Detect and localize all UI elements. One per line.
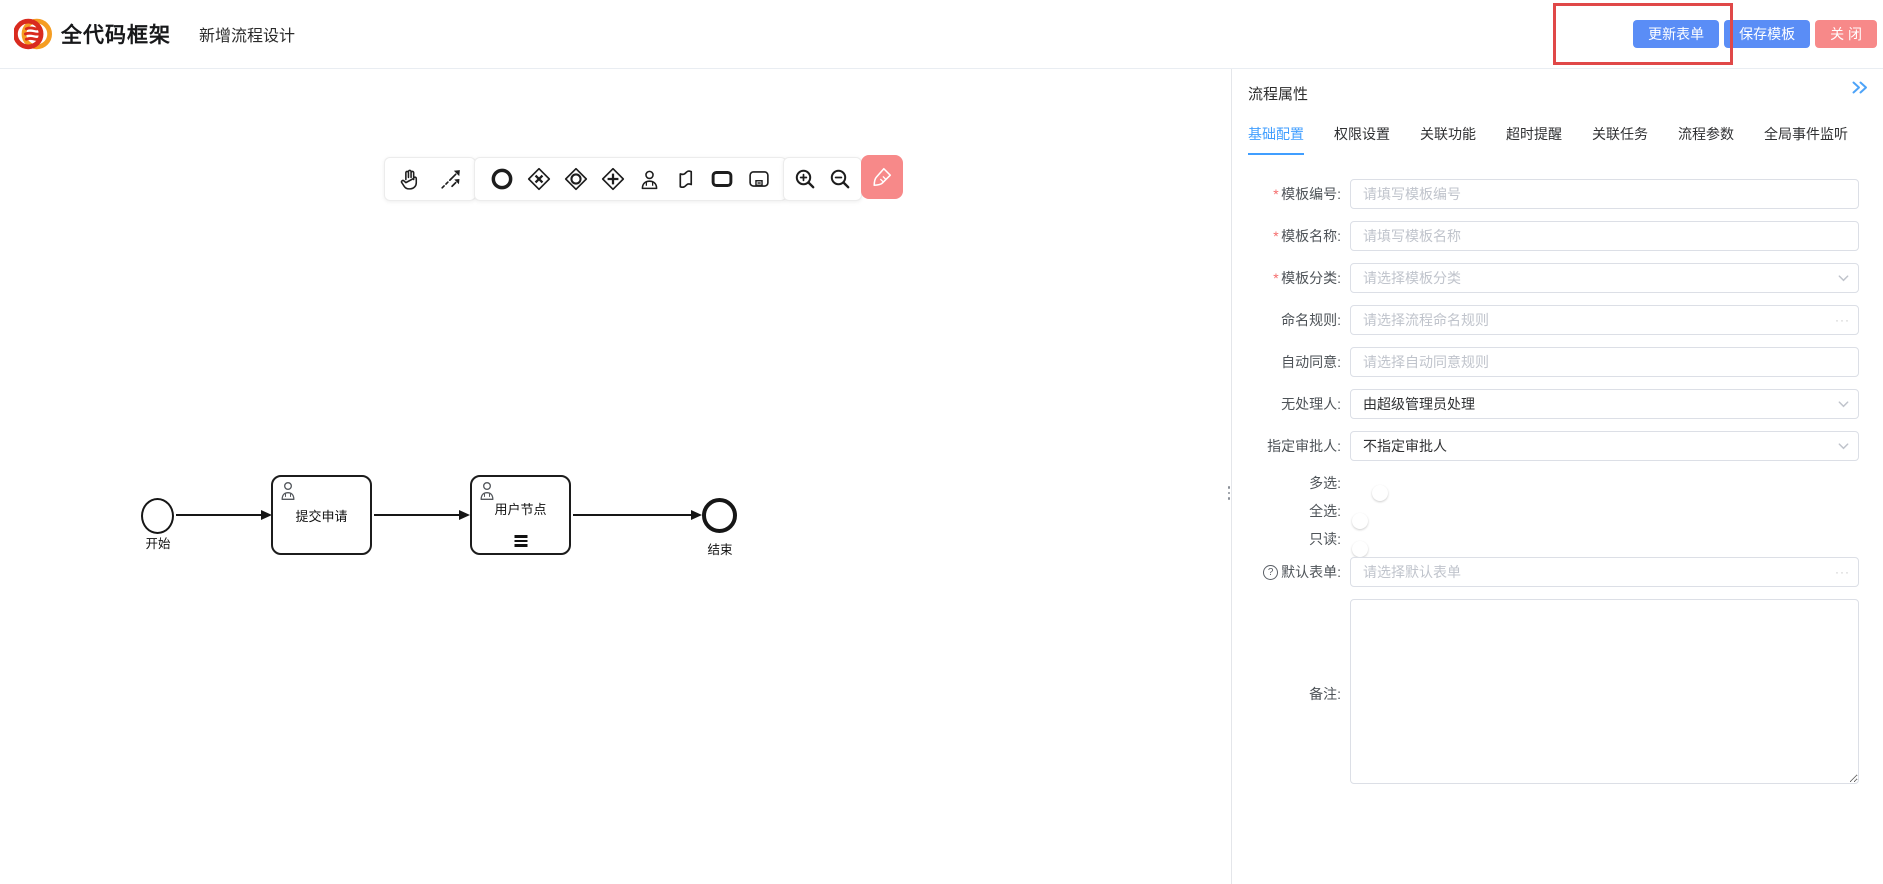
- page-title: 新增流程设计: [199, 22, 295, 46]
- start-event-label: 开始: [136, 533, 180, 552]
- field-label: 指定审批人:: [1248, 436, 1350, 456]
- script-task-icon[interactable]: [673, 167, 698, 192]
- task-label: 用户节点: [472, 477, 569, 539]
- no-handler-field: [1350, 389, 1859, 419]
- default-form-field: ···: [1350, 557, 1859, 587]
- inclusive-gateway-icon[interactable]: [563, 166, 589, 192]
- task-label: 提交申请: [273, 477, 370, 553]
- exclusive-gateway-icon[interactable]: [526, 166, 552, 192]
- properties-panel: 流程属性 基础配置 权限设置 关联功能 超时提醒 关联任务 流程参数 全局事件监…: [1231, 69, 1883, 884]
- form-row-default-form: ? 默认表单: ···: [1248, 557, 1871, 587]
- form-row-designated-approver: 指定审批人:: [1248, 431, 1871, 461]
- connect-tool-icon[interactable]: [438, 167, 463, 192]
- panel-title: 流程属性: [1248, 83, 1308, 104]
- toolbar-group-palette: [474, 157, 787, 201]
- format-brush-icon: [871, 166, 893, 188]
- template-category-field: [1350, 263, 1859, 293]
- task-node-user[interactable]: 用户节点: [470, 475, 571, 555]
- save-template-button[interactable]: 保存模板: [1724, 20, 1810, 48]
- naming-rule-picker[interactable]: [1350, 305, 1859, 335]
- arrowhead-3: [691, 510, 702, 520]
- form-row-auto-agree: 自动同意:: [1248, 347, 1871, 377]
- designated-approver-select[interactable]: [1350, 431, 1859, 461]
- default-form-picker[interactable]: [1350, 557, 1859, 587]
- sequence-flow-2[interactable]: [374, 514, 460, 516]
- auto-agree-input[interactable]: [1350, 347, 1859, 377]
- task-icon[interactable]: [709, 166, 735, 192]
- field-label: 多选:: [1248, 473, 1350, 493]
- multi-instance-marker-icon: [514, 535, 527, 547]
- required-mark: *: [1273, 270, 1278, 286]
- end-event-label: 结束: [698, 539, 742, 558]
- tab-process-parameters[interactable]: 流程参数: [1678, 124, 1734, 155]
- template-code-input[interactable]: [1350, 179, 1859, 209]
- collapse-panel-icon[interactable]: [1851, 79, 1869, 101]
- tab-global-event-listener[interactable]: 全局事件监听: [1764, 124, 1848, 155]
- form-row-naming-rule: 命名规则: ···: [1248, 305, 1871, 335]
- form-row-template-name: *模板名称:: [1248, 221, 1871, 251]
- field-label: *模板分类:: [1248, 268, 1350, 288]
- start-event-node[interactable]: [141, 498, 174, 534]
- tab-related-functions[interactable]: 关联功能: [1420, 124, 1476, 155]
- naming-rule-field: ···: [1350, 305, 1859, 335]
- remarks-field: [1350, 599, 1859, 789]
- parallel-gateway-icon[interactable]: [600, 166, 626, 192]
- arrowhead-2: [459, 510, 470, 520]
- user-task-icon[interactable]: [637, 167, 662, 192]
- field-label: 命名规则:: [1248, 310, 1350, 330]
- hand-tool-icon[interactable]: [397, 167, 422, 192]
- field-label: 全选:: [1248, 501, 1350, 521]
- template-name-field: [1350, 221, 1859, 251]
- app-header: 全代码框架 新增流程设计 更新表单 保存模板 关 闭: [0, 0, 1883, 69]
- form-row-template-code: *模板编号:: [1248, 179, 1871, 209]
- toolbar-group-zoom: [783, 157, 862, 201]
- form-row-template-category: *模板分类:: [1248, 263, 1871, 293]
- form-row-select-all: 全选:: [1248, 501, 1871, 521]
- subprocess-icon[interactable]: [746, 166, 772, 192]
- close-button[interactable]: 关 闭: [1815, 20, 1877, 48]
- task-node-submit[interactable]: 提交申请: [271, 475, 372, 555]
- panel-titlebar: 流程属性: [1248, 83, 1871, 104]
- zoom-in-icon[interactable]: [793, 167, 817, 191]
- field-label: ? 默认表单:: [1248, 562, 1350, 582]
- field-label: 只读:: [1248, 529, 1350, 549]
- help-question-icon[interactable]: ?: [1263, 565, 1278, 580]
- form-row-no-handler: 无处理人:: [1248, 389, 1871, 419]
- brand-logo-icon: [14, 15, 52, 53]
- bpmn-canvas[interactable]: 开始 提交申请 用户节点 结束: [0, 69, 1228, 884]
- update-form-button[interactable]: 更新表单: [1633, 20, 1719, 48]
- field-label: 自动同意:: [1248, 352, 1350, 372]
- toolbar-group-tools: [384, 157, 476, 201]
- tab-related-tasks[interactable]: 关联任务: [1592, 124, 1648, 155]
- panel-resize-handle[interactable]: [1226, 486, 1232, 500]
- template-category-select[interactable]: [1350, 263, 1859, 293]
- field-label: 无处理人:: [1248, 394, 1350, 414]
- template-name-input[interactable]: [1350, 221, 1859, 251]
- auto-agree-field: [1350, 347, 1859, 377]
- tab-timeout-reminder[interactable]: 超时提醒: [1506, 124, 1562, 155]
- tab-permission-settings[interactable]: 权限设置: [1334, 124, 1390, 155]
- template-code-field: [1350, 179, 1859, 209]
- required-mark: *: [1273, 186, 1278, 202]
- clear-canvas-button[interactable]: [861, 155, 903, 199]
- field-label: *模板名称:: [1248, 226, 1350, 246]
- designated-approver-field: [1350, 431, 1859, 461]
- sequence-flow-1[interactable]: [176, 514, 262, 516]
- tab-basic-config[interactable]: 基础配置: [1248, 124, 1304, 155]
- sequence-flow-3[interactable]: [573, 514, 692, 516]
- panel-tabs: 基础配置 权限设置 关联功能 超时提醒 关联任务 流程参数 全局事件监听: [1248, 124, 1871, 155]
- form-row-remarks: 备注:: [1248, 599, 1871, 789]
- zoom-out-icon[interactable]: [828, 167, 852, 191]
- field-label: *模板编号:: [1248, 184, 1350, 204]
- brand-name: 全代码框架: [61, 19, 171, 49]
- end-event-node[interactable]: [702, 498, 737, 533]
- basic-config-form: *模板编号: *模板名称: *模板分类: 命名规则:: [1248, 179, 1871, 789]
- required-mark: *: [1273, 228, 1278, 244]
- form-row-read-only: 只读:: [1248, 529, 1871, 549]
- form-row-multi-select: 多选:: [1248, 473, 1871, 493]
- start-event-icon[interactable]: [489, 166, 515, 192]
- remarks-textarea[interactable]: [1350, 599, 1859, 784]
- field-label: 备注:: [1248, 684, 1350, 704]
- no-handler-select[interactable]: [1350, 389, 1859, 419]
